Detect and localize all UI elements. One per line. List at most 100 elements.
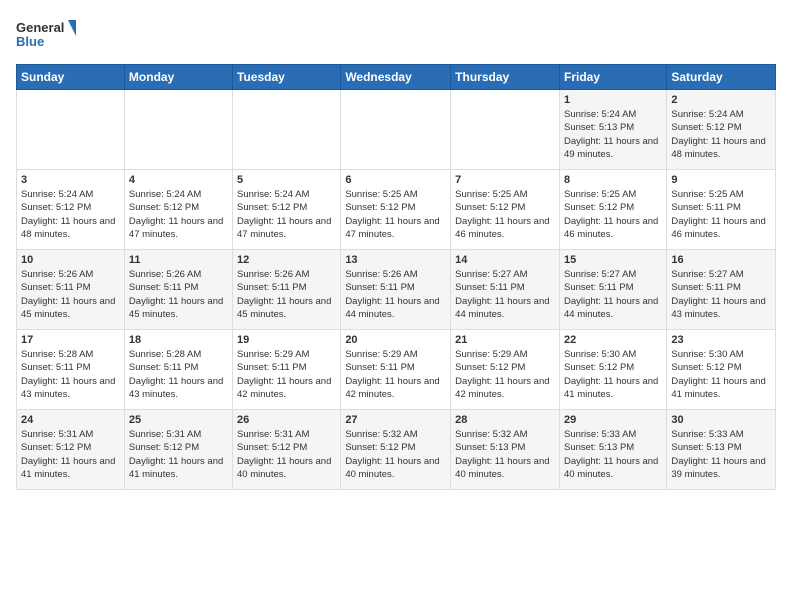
day-info: Sunrise: 5:30 AM xyxy=(564,348,662,361)
day-info: Sunrise: 5:24 AM xyxy=(129,188,228,201)
day-number: 29 xyxy=(564,414,662,426)
day-info: Daylight: 11 hours and 46 minutes. xyxy=(455,215,555,242)
day-info: Sunrise: 5:29 AM xyxy=(455,348,555,361)
day-info: Sunrise: 5:24 AM xyxy=(671,108,771,121)
day-number: 25 xyxy=(129,414,228,426)
day-info: Sunset: 5:12 PM xyxy=(237,441,336,454)
calendar-cell: 3Sunrise: 5:24 AMSunset: 5:12 PMDaylight… xyxy=(17,170,125,250)
day-info: Daylight: 11 hours and 41 minutes. xyxy=(564,375,662,402)
day-info: Daylight: 11 hours and 46 minutes. xyxy=(564,215,662,242)
calendar-header-monday: Monday xyxy=(124,65,232,90)
day-number: 18 xyxy=(129,334,228,346)
day-number: 2 xyxy=(671,94,771,106)
day-number: 13 xyxy=(345,254,446,266)
day-number: 4 xyxy=(129,174,228,186)
calendar-cell: 21Sunrise: 5:29 AMSunset: 5:12 PMDayligh… xyxy=(451,330,560,410)
day-info: Sunrise: 5:25 AM xyxy=(345,188,446,201)
calendar-week-row: 17Sunrise: 5:28 AMSunset: 5:11 PMDayligh… xyxy=(17,330,776,410)
day-info: Sunset: 5:13 PM xyxy=(455,441,555,454)
day-info: Sunset: 5:11 PM xyxy=(21,281,120,294)
day-info: Sunset: 5:12 PM xyxy=(21,441,120,454)
day-number: 30 xyxy=(671,414,771,426)
day-info: Sunset: 5:12 PM xyxy=(564,201,662,214)
day-info: Daylight: 11 hours and 42 minutes. xyxy=(345,375,446,402)
day-info: Sunrise: 5:32 AM xyxy=(345,428,446,441)
day-info: Daylight: 11 hours and 47 minutes. xyxy=(345,215,446,242)
day-info: Sunrise: 5:27 AM xyxy=(564,268,662,281)
day-info: Sunrise: 5:28 AM xyxy=(129,348,228,361)
calendar-header-sunday: Sunday xyxy=(17,65,125,90)
day-info: Daylight: 11 hours and 43 minutes. xyxy=(129,375,228,402)
day-info: Daylight: 11 hours and 45 minutes. xyxy=(21,295,120,322)
day-info: Sunset: 5:11 PM xyxy=(671,281,771,294)
day-info: Sunset: 5:13 PM xyxy=(564,121,662,134)
calendar-cell: 13Sunrise: 5:26 AMSunset: 5:11 PMDayligh… xyxy=(341,250,451,330)
day-info: Sunset: 5:12 PM xyxy=(129,441,228,454)
day-info: Sunset: 5:12 PM xyxy=(455,361,555,374)
day-info: Sunrise: 5:33 AM xyxy=(671,428,771,441)
calendar-cell: 23Sunrise: 5:30 AMSunset: 5:12 PMDayligh… xyxy=(667,330,776,410)
day-info: Sunset: 5:12 PM xyxy=(671,361,771,374)
day-info: Daylight: 11 hours and 41 minutes. xyxy=(671,375,771,402)
day-number: 24 xyxy=(21,414,120,426)
day-info: Daylight: 11 hours and 41 minutes. xyxy=(129,455,228,482)
day-number: 10 xyxy=(21,254,120,266)
day-info: Sunrise: 5:32 AM xyxy=(455,428,555,441)
calendar-header-thursday: Thursday xyxy=(451,65,560,90)
day-info: Sunrise: 5:33 AM xyxy=(564,428,662,441)
day-info: Sunset: 5:11 PM xyxy=(564,281,662,294)
day-number: 16 xyxy=(671,254,771,266)
day-number: 6 xyxy=(345,174,446,186)
day-info: Daylight: 11 hours and 41 minutes. xyxy=(21,455,120,482)
calendar-cell: 16Sunrise: 5:27 AMSunset: 5:11 PMDayligh… xyxy=(667,250,776,330)
day-info: Sunrise: 5:26 AM xyxy=(237,268,336,281)
day-number: 26 xyxy=(237,414,336,426)
day-number: 28 xyxy=(455,414,555,426)
day-number: 12 xyxy=(237,254,336,266)
day-number: 9 xyxy=(671,174,771,186)
calendar-cell xyxy=(17,90,125,170)
calendar-cell: 5Sunrise: 5:24 AMSunset: 5:12 PMDaylight… xyxy=(233,170,341,250)
day-info: Sunrise: 5:24 AM xyxy=(21,188,120,201)
day-info: Sunset: 5:11 PM xyxy=(21,361,120,374)
day-info: Sunset: 5:11 PM xyxy=(455,281,555,294)
day-info: Sunrise: 5:24 AM xyxy=(237,188,336,201)
day-info: Daylight: 11 hours and 43 minutes. xyxy=(671,295,771,322)
calendar-cell: 9Sunrise: 5:25 AMSunset: 5:11 PMDaylight… xyxy=(667,170,776,250)
calendar-cell xyxy=(451,90,560,170)
day-info: Daylight: 11 hours and 47 minutes. xyxy=(129,215,228,242)
day-info: Sunset: 5:12 PM xyxy=(455,201,555,214)
day-info: Daylight: 11 hours and 40 minutes. xyxy=(564,455,662,482)
calendar-cell: 25Sunrise: 5:31 AMSunset: 5:12 PMDayligh… xyxy=(124,410,232,490)
day-info: Sunset: 5:12 PM xyxy=(671,121,771,134)
calendar-header-friday: Friday xyxy=(559,65,666,90)
day-info: Sunset: 5:11 PM xyxy=(237,361,336,374)
day-info: Sunrise: 5:26 AM xyxy=(21,268,120,281)
day-info: Sunset: 5:11 PM xyxy=(237,281,336,294)
day-info: Daylight: 11 hours and 48 minutes. xyxy=(671,135,771,162)
calendar-cell: 11Sunrise: 5:26 AMSunset: 5:11 PMDayligh… xyxy=(124,250,232,330)
day-info: Sunset: 5:12 PM xyxy=(345,201,446,214)
calendar-cell: 29 Sunrise: 5:33 AMSunset: 5:13 PMDayligh… xyxy=(559,410,666,490)
day-info: Sunset: 5:13 PM xyxy=(564,441,662,454)
logo: General Blue xyxy=(16,16,76,54)
day-info: Sunset: 5:11 PM xyxy=(671,201,771,214)
calendar-week-row: 3Sunrise: 5:24 AMSunset: 5:12 PMDaylight… xyxy=(17,170,776,250)
calendar-cell: 27Sunrise: 5:32 AMSunset: 5:12 PMDayligh… xyxy=(341,410,451,490)
day-info: Sunrise: 5:25 AM xyxy=(564,188,662,201)
day-info: Daylight: 11 hours and 49 minutes. xyxy=(564,135,662,162)
day-info: Sunrise: 5:24 AM xyxy=(564,108,662,121)
day-number: 3 xyxy=(21,174,120,186)
day-info: Sunrise: 5:25 AM xyxy=(671,188,771,201)
calendar-cell: 15Sunrise: 5:27 AMSunset: 5:11 PMDayligh… xyxy=(559,250,666,330)
day-info: Sunrise: 5:30 AM xyxy=(671,348,771,361)
day-info: Daylight: 11 hours and 42 minutes. xyxy=(237,375,336,402)
calendar-cell xyxy=(341,90,451,170)
calendar-cell: 17Sunrise: 5:28 AMSunset: 5:11 PMDayligh… xyxy=(17,330,125,410)
day-info: Daylight: 11 hours and 44 minutes. xyxy=(564,295,662,322)
calendar-cell: 8Sunrise: 5:25 AMSunset: 5:12 PMDaylight… xyxy=(559,170,666,250)
day-info: Sunset: 5:13 PM xyxy=(671,441,771,454)
day-info: Daylight: 11 hours and 40 minutes. xyxy=(345,455,446,482)
day-info: Sunset: 5:11 PM xyxy=(129,281,228,294)
svg-text:General: General xyxy=(16,20,64,35)
